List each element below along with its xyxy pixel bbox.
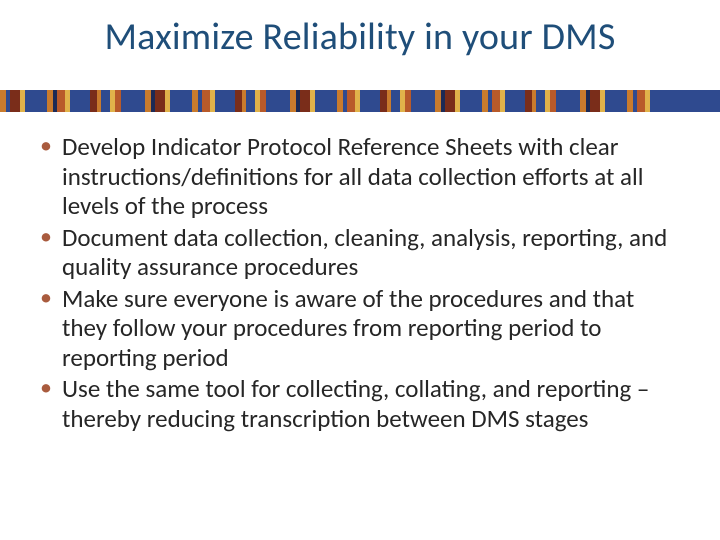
decorative-band (0, 90, 720, 112)
bullet-text: Document data collection, cleaning, anal… (62, 222, 667, 283)
bullet-text: Develop Indicator Protocol Reference She… (62, 131, 643, 221)
list-item: Use the same tool for collecting, collat… (36, 374, 680, 433)
decorative-band-stripes (0, 90, 720, 112)
bullet-text: Make sure everyone is aware of the proce… (62, 283, 634, 373)
list-item: Document data collection, cleaning, anal… (36, 223, 680, 282)
list-item: Develop Indicator Protocol Reference She… (36, 132, 680, 221)
slide-title: Maximize Reliability in your DMS (0, 14, 720, 60)
list-item: Make sure everyone is aware of the proce… (36, 284, 680, 373)
bullet-text: Use the same tool for collecting, collat… (62, 373, 649, 434)
slide: Maximize Reliability in your DMS (0, 0, 720, 540)
bullet-list: Develop Indicator Protocol Reference She… (36, 132, 680, 435)
